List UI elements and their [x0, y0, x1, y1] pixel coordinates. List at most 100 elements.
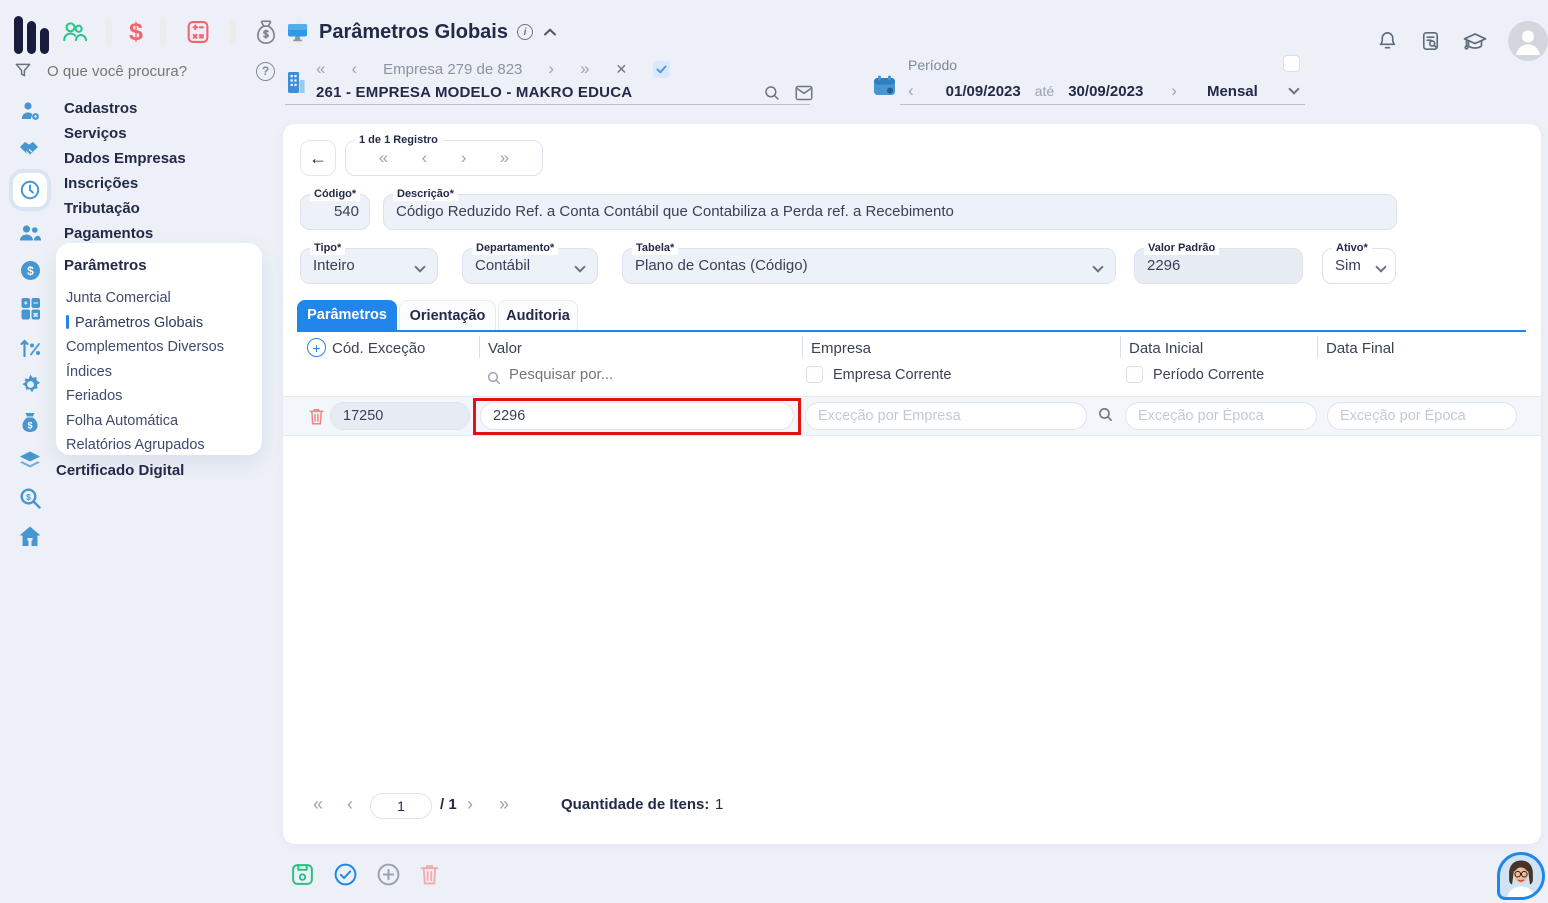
sidebar-item-tributacao[interactable]: Tributação: [64, 196, 186, 221]
dollar-module-icon[interactable]: $: [129, 18, 143, 46]
calendar-icon: [872, 73, 898, 99]
company-last-button[interactable]: »: [580, 59, 589, 79]
period-next-button[interactable]: ›: [1171, 81, 1177, 101]
empresa-corrente-checkbox[interactable]: [806, 366, 823, 383]
page-prev-button[interactable]: ‹: [347, 794, 353, 815]
sidebar-item-indices[interactable]: Índices: [64, 360, 262, 385]
filter-funnel-icon[interactable]: [13, 61, 33, 81]
column-header-data-inicial: Data Inicial: [1129, 338, 1203, 360]
company-close-icon[interactable]: ✕: [616, 61, 628, 78]
company-search-icon[interactable]: [763, 84, 781, 102]
row-empresa-input[interactable]: [805, 402, 1087, 430]
users-icon[interactable]: [18, 222, 42, 244]
sidebar-item-folha-automatica[interactable]: Folha Automática: [64, 409, 262, 434]
company-prev-button[interactable]: ‹: [351, 59, 357, 79]
app-logo[interactable]: [14, 16, 53, 54]
back-button[interactable]: ←: [300, 140, 336, 176]
svg-text:$: $: [27, 421, 32, 431]
calculator-module-icon[interactable]: [184, 18, 212, 46]
grid-search-icon: [486, 370, 502, 386]
page-last-button[interactable]: »: [499, 794, 509, 815]
tab-orientacao[interactable]: Orientação: [399, 300, 496, 330]
tipo-select[interactable]: Tipo* Inteiro: [300, 248, 438, 284]
codigo-field[interactable]: Código* 540: [300, 194, 370, 230]
record-next-button[interactable]: ›: [461, 148, 467, 168]
period-checkbox[interactable]: [1283, 55, 1300, 72]
sidebar-item-parametros-globais[interactable]: Parâmetros Globais: [64, 311, 262, 336]
company-mail-icon[interactable]: [794, 84, 814, 102]
sidebar-item-complementos-diversos[interactable]: Complementos Diversos: [64, 335, 262, 360]
sidebar-item-junta-comercial[interactable]: Junta Comercial: [64, 286, 262, 311]
company-position: Empresa 279 de 823: [383, 61, 522, 78]
sidebar-item-parametros[interactable]: Parâmetros: [64, 253, 262, 278]
settings-gear-icon[interactable]: [19, 373, 42, 396]
money-bag-icon[interactable]: $: [19, 411, 41, 435]
sidebar-item-cadastros[interactable]: Cadastros: [64, 96, 186, 121]
company-first-button[interactable]: «: [316, 59, 325, 79]
period-start-date[interactable]: 01/09/2023: [946, 83, 1021, 100]
sidebar-item-feriados[interactable]: Feriados: [64, 384, 262, 409]
page-first-button[interactable]: «: [313, 794, 323, 815]
people-module-icon[interactable]: [60, 18, 88, 46]
row-data-inicial-input[interactable]: [1125, 402, 1317, 430]
sidebar-item-servicos[interactable]: Serviços: [64, 121, 186, 146]
handshake-icon[interactable]: [18, 138, 42, 158]
ativo-select[interactable]: Ativo* Sim: [1322, 248, 1396, 284]
sidebar-item-certificado-digital[interactable]: Certificado Digital: [56, 458, 184, 483]
page-number-input[interactable]: [370, 793, 432, 819]
money-bag-module-icon[interactable]: [253, 18, 279, 46]
column-header-valor: Valor: [488, 338, 522, 360]
add-button[interactable]: [376, 862, 401, 887]
company-building-icon: [285, 70, 307, 96]
calculator-icon[interactable]: [20, 297, 41, 320]
page-next-button[interactable]: ›: [467, 794, 473, 815]
tab-auditoria[interactable]: Auditoria: [498, 300, 578, 330]
row-empresa-search-icon[interactable]: [1097, 406, 1114, 423]
sidebar-item-inscricoes[interactable]: Inscrições: [64, 171, 186, 196]
search-audit-icon[interactable]: $: [19, 487, 42, 510]
tab-parametros[interactable]: Parâmetros: [297, 300, 397, 330]
company-next-button[interactable]: ›: [548, 59, 554, 79]
collapse-chevron-up-icon[interactable]: [542, 26, 558, 38]
layers-icon[interactable]: [18, 450, 42, 472]
record-last-button[interactable]: »: [500, 148, 509, 168]
monitor-icon: [285, 20, 310, 44]
main-panel: ← 1 de 1 Registro « ‹ › » Código* 540 De…: [283, 124, 1541, 844]
period-mode-chevron-icon[interactable]: [1288, 83, 1299, 94]
row-data-final-input[interactable]: [1327, 402, 1517, 430]
company-checkbox[interactable]: [653, 61, 670, 78]
period-end-date[interactable]: 30/09/2023: [1068, 83, 1143, 100]
row-delete-trash-icon[interactable]: [308, 407, 325, 426]
save-button[interactable]: [290, 862, 315, 887]
user-avatar[interactable]: [1508, 21, 1548, 61]
row-valor-input[interactable]: [480, 402, 794, 430]
sidebar-search-input[interactable]: [47, 63, 217, 80]
tabela-select[interactable]: Tabela* Plano de Contas (Código): [622, 248, 1116, 284]
confirm-check-button[interactable]: [333, 862, 358, 887]
clock-icon-active[interactable]: [13, 173, 47, 207]
support-chat-avatar[interactable]: [1497, 852, 1545, 900]
period-prev-button[interactable]: ‹: [908, 81, 914, 101]
svg-text:$: $: [27, 264, 34, 278]
record-prev-button[interactable]: ‹: [422, 148, 428, 168]
period-mode-select[interactable]: Mensal: [1207, 83, 1258, 100]
document-search-icon[interactable]: [1419, 29, 1442, 53]
info-icon[interactable]: i: [517, 24, 533, 40]
valor-padrao-label: Valor Padrão: [1144, 241, 1219, 255]
user-settings-icon[interactable]: [19, 100, 42, 123]
periodo-corrente-checkbox[interactable]: [1126, 366, 1143, 383]
dollar-circle-icon[interactable]: $: [19, 259, 42, 282]
delete-trash-button[interactable]: [419, 863, 440, 886]
add-row-plus-icon[interactable]: +: [307, 338, 326, 357]
sidebar-item-relatorios-agrupados[interactable]: Relatórios Agrupados: [64, 433, 262, 458]
notifications-bell-icon[interactable]: [1376, 29, 1399, 53]
help-icon[interactable]: ?: [256, 62, 275, 81]
sidebar-item-dados-empresas[interactable]: Dados Empresas: [64, 146, 186, 171]
record-first-button[interactable]: «: [379, 148, 388, 168]
departamento-select[interactable]: Departamento* Contábil: [462, 248, 598, 284]
education-cap-icon[interactable]: [1462, 29, 1488, 53]
descricao-field[interactable]: Descrição* Código Reduzido Ref. a Conta …: [383, 194, 1397, 230]
grid-search-input[interactable]: [509, 366, 709, 383]
home-icon[interactable]: [18, 525, 42, 547]
percent-up-arrow-icon[interactable]: [19, 335, 41, 358]
